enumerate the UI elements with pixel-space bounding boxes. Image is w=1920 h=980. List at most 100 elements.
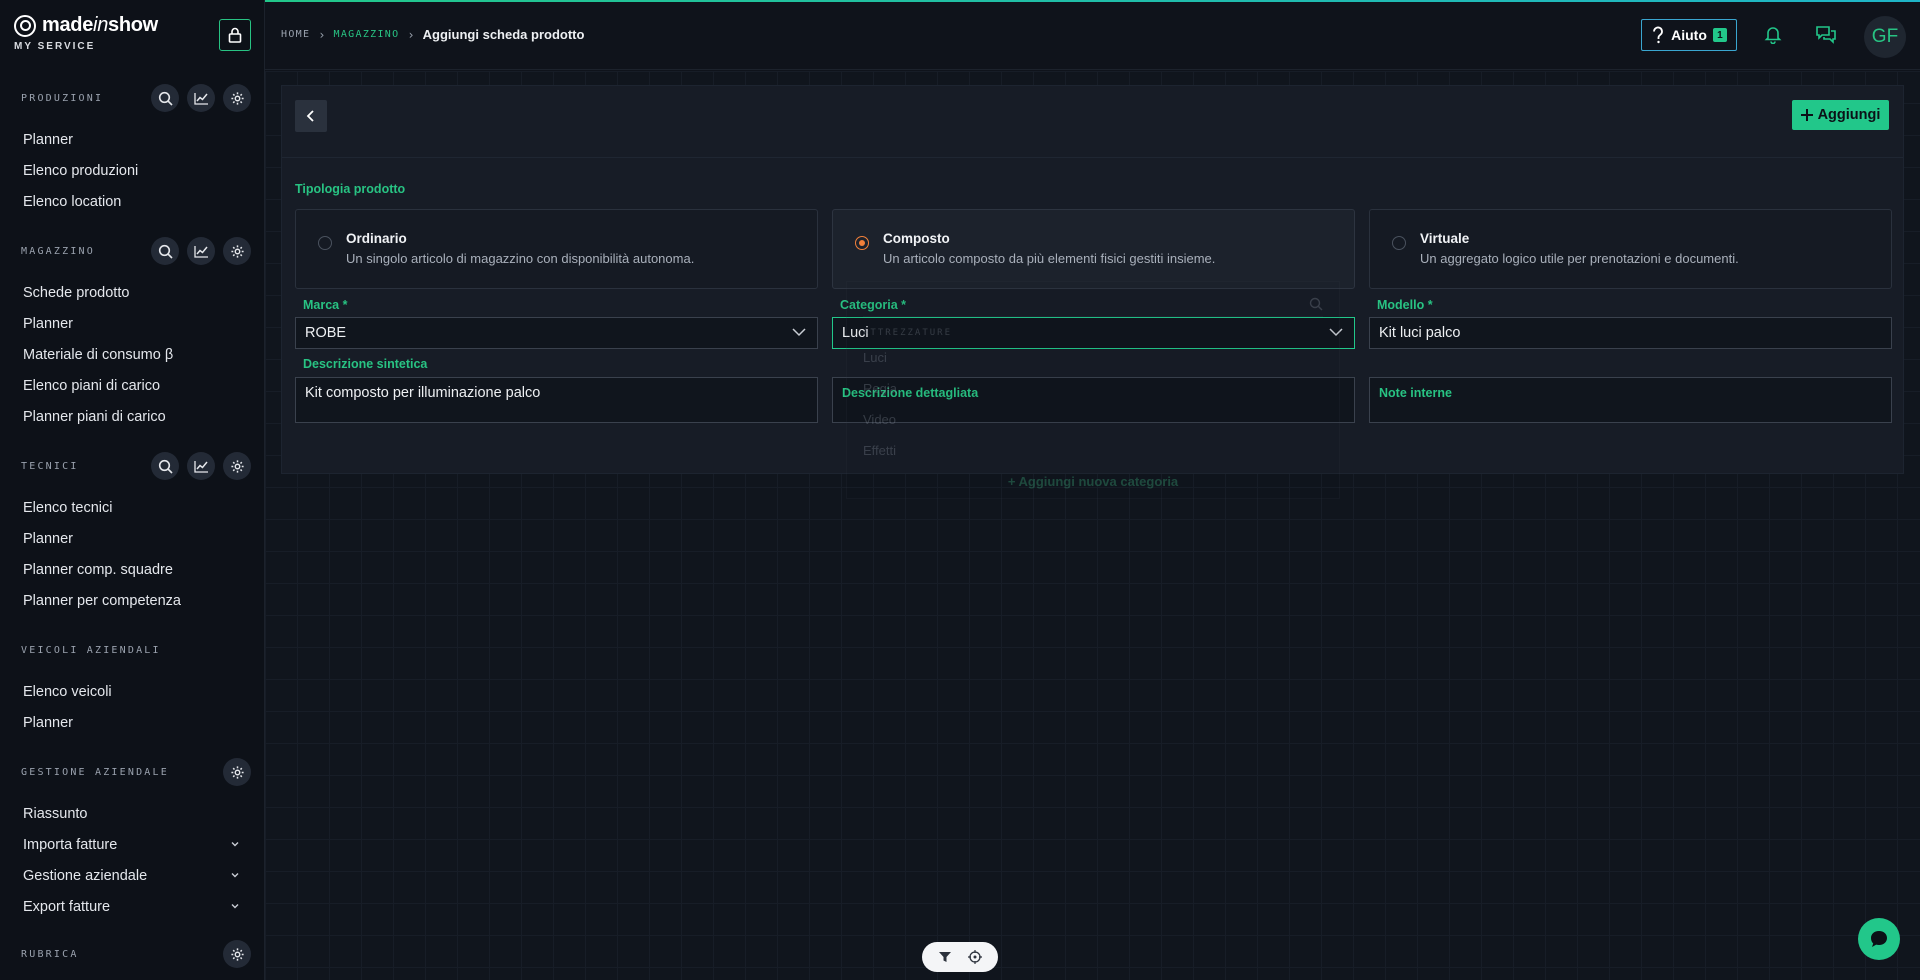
sidebar-item[interactable]: Elenco produzioni: [0, 155, 265, 186]
sidebar-item[interactable]: Elenco tecnici: [0, 492, 265, 523]
dropdown-search[interactable]: [863, 291, 1323, 317]
breadcrumb-current: Aggiungi scheda prodotto: [422, 27, 585, 42]
breadcrumb-separator: ›: [318, 27, 326, 42]
sidebar-item[interactable]: Export fatture: [0, 891, 265, 922]
marca-select[interactable]: ROBE: [295, 317, 818, 349]
dropdown-option[interactable]: Video: [863, 412, 896, 427]
categoria-dropdown-menu: ATTREZZATURE Luci Regia Video Effetti + …: [846, 281, 1340, 499]
brand-subtitle: MY SERVICE: [14, 41, 96, 52]
sidebar-item-label: Importa fatture: [23, 836, 118, 853]
chevron-down-icon[interactable]: [230, 868, 240, 884]
sidebar-item[interactable]: Planner piani di carico: [0, 401, 265, 432]
nav-section-header: MAGAZZINO: [0, 235, 265, 267]
sidebar-item[interactable]: Elenco location: [0, 186, 265, 217]
sidebar-item[interactable]: Materiale di consumo β: [0, 339, 265, 370]
modello-input[interactable]: Kit luci palco: [1369, 317, 1892, 349]
breadcrumb-home[interactable]: HOME: [281, 29, 310, 40]
brand-name: madeinshow: [42, 14, 158, 36]
funnel-icon[interactable]: [938, 950, 952, 964]
search-icon: [158, 459, 173, 474]
radio-composto[interactable]: [855, 236, 869, 250]
sidebar-item-label: Gestione aziendale: [23, 867, 148, 884]
sidebar-item[interactable]: Planner comp. squadre: [0, 554, 265, 585]
search-button[interactable]: [151, 84, 179, 112]
help-count-badge: 1: [1712, 28, 1727, 42]
lock-sidebar-button[interactable]: [219, 19, 251, 51]
messages-button[interactable]: [1815, 24, 1837, 49]
nav-section-tools: [223, 758, 251, 786]
help-icon: [1653, 26, 1663, 44]
sidebar-item-label: Planner piani di carico: [23, 408, 166, 425]
dropdown-option[interactable]: Regia: [863, 381, 897, 396]
dropdown-option[interactable]: Luci: [863, 350, 887, 365]
sidebar-item[interactable]: Riassunto: [0, 798, 265, 829]
sidebar-item-label: Planner: [23, 131, 73, 148]
sidebar-item-label: Planner: [23, 530, 73, 547]
chart-icon: [193, 245, 208, 258]
breadcrumb-separator: ›: [407, 27, 415, 42]
chart-button[interactable]: [187, 452, 215, 480]
descrizione-sintetica-textarea[interactable]: Kit composto per illuminazione palco: [295, 377, 818, 423]
search-icon: [1309, 297, 1323, 311]
support-chat-button[interactable]: [1858, 918, 1900, 960]
search-button[interactable]: [151, 452, 179, 480]
target-icon[interactable]: [968, 950, 982, 964]
nav-section-tools: [151, 452, 251, 480]
sidebar-item-label: Riassunto: [23, 805, 88, 822]
type-option-virtuale[interactable]: Virtuale Un aggregato logico utile per p…: [1369, 209, 1892, 289]
gear-button[interactable]: [223, 84, 251, 112]
main-content: Aggiungi Tipologia prodotto Ordinario Un…: [265, 71, 1920, 980]
chevron-left-icon: [306, 110, 314, 122]
brand[interactable]: madeinshow MY SERVICE: [14, 14, 158, 52]
sidebar-item[interactable]: Elenco veicoli: [0, 676, 265, 707]
sidebar-item-label: Planner: [23, 315, 73, 332]
sidebar-item[interactable]: Planner per competenza: [0, 585, 265, 616]
chevron-down-icon[interactable]: [230, 899, 240, 915]
chevron-down-icon[interactable]: [230, 837, 240, 853]
type-option-composto[interactable]: Composto Un articolo composto da più ele…: [832, 209, 1355, 289]
sidebar-item-label: Materiale di consumo β: [23, 346, 174, 363]
sidebar-item[interactable]: Planner: [0, 523, 265, 554]
note-interne-textarea[interactable]: Note interne: [1369, 377, 1892, 423]
gear-icon: [230, 91, 244, 105]
search-button[interactable]: [151, 237, 179, 265]
gear-button[interactable]: [223, 452, 251, 480]
type-option-ordinario[interactable]: Ordinario Un singolo articolo di magazzi…: [295, 209, 818, 289]
add-product-button[interactable]: Aggiungi: [1792, 100, 1889, 130]
dropdown-option[interactable]: Effetti: [863, 443, 896, 458]
sidebar-item[interactable]: Planner: [0, 308, 265, 339]
sidebar-item[interactable]: Planner: [0, 707, 265, 738]
nav-section: RUBRICA: [0, 938, 265, 970]
sidebar-item[interactable]: Schede prodotto: [0, 277, 265, 308]
back-button[interactable]: [295, 100, 327, 132]
sidebar-item[interactable]: Importa fatture: [0, 829, 265, 860]
sidebar-item[interactable]: Elenco piani di carico: [0, 370, 265, 401]
chart-button[interactable]: [187, 84, 215, 112]
nav-section: TECNICI Elenco tecnici Planner Planner comp…: [0, 450, 265, 630]
nav-section-label: VEICOLI AZIENDALI: [21, 644, 161, 656]
type-description: Un aggregato logico utile per prenotazio…: [1420, 251, 1739, 266]
notifications-button[interactable]: [1763, 24, 1783, 49]
chat-icon: [1871, 931, 1887, 947]
gear-button[interactable]: [223, 758, 251, 786]
breadcrumb-magazzino[interactable]: MAGAZZINO: [334, 29, 400, 40]
radio-virtuale[interactable]: [1392, 236, 1406, 250]
sidebar-item-label: Elenco location: [23, 193, 122, 210]
gear-button[interactable]: [223, 940, 251, 968]
sidebar-item[interactable]: Gestione aziendale: [0, 860, 265, 891]
nav-section-tools: [151, 84, 251, 112]
add-category-link[interactable]: + Aggiungi nuova categoria: [847, 474, 1339, 489]
nav-items: Planner Elenco produzioni Elenco location: [0, 114, 265, 231]
radio-ordinario[interactable]: [318, 236, 332, 250]
sidebar-item-label: Planner per competenza: [23, 592, 181, 609]
topbar: HOME › MAGAZZINO › Aggiungi scheda prodo…: [265, 2, 1920, 70]
user-avatar[interactable]: GF: [1864, 16, 1906, 58]
type-description: Un singolo articolo di magazzino con dis…: [346, 251, 695, 266]
nav-section-header: PRODUZIONI: [0, 82, 265, 114]
help-button[interactable]: Aiuto 1: [1641, 19, 1737, 51]
chart-button[interactable]: [187, 237, 215, 265]
gear-icon: [230, 244, 244, 258]
nav-section: MAGAZZINO Schede prodotto Planner Materiale…: [0, 235, 265, 446]
gear-button[interactable]: [223, 237, 251, 265]
sidebar-item[interactable]: Planner: [0, 124, 265, 155]
